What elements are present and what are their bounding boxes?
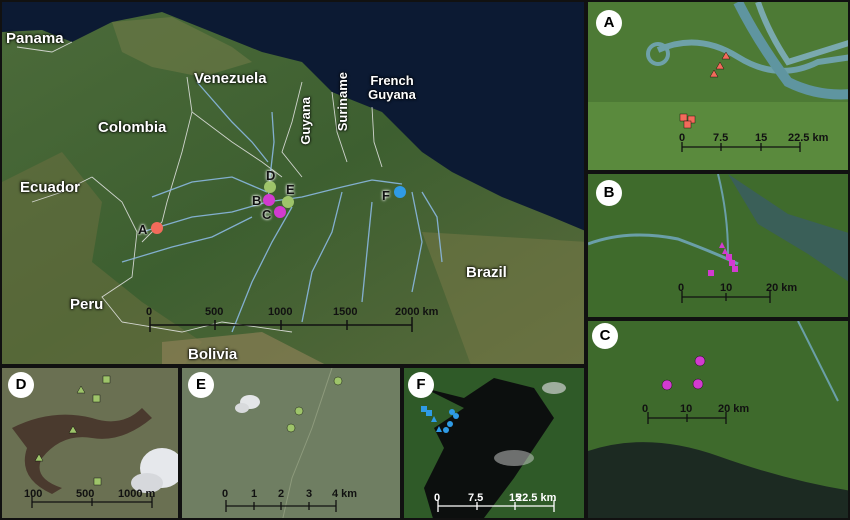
- main-scale-tick-500: 500: [205, 306, 224, 318]
- label-guyana: Guyana: [298, 97, 314, 147]
- panel-e-badge: E: [188, 372, 214, 398]
- panel-e-tick-4: 4 km: [332, 488, 358, 500]
- inset-panel-a: A 0 7.5 15 22.5 km: [586, 0, 850, 172]
- main-map-panel: Panama Venezuela Colombia Guyana Surinam…: [0, 0, 586, 366]
- panel-f-badge: F: [408, 372, 434, 398]
- label-bolivia: Bolivia: [188, 346, 238, 363]
- site-label-c: C: [262, 207, 272, 222]
- panel-f-tick-1: 7.5: [468, 492, 484, 504]
- main-scale-tick-2000: 2000 km: [395, 306, 439, 318]
- panel-a-tick-2: 15: [755, 132, 768, 144]
- panel-a-tick-0: 0: [679, 132, 686, 144]
- site-a-marker: [151, 222, 163, 234]
- panel-c-tick-1: 10: [680, 403, 693, 415]
- panel-e-tick-2: 2: [278, 488, 285, 500]
- panel-d-tick-2: 1000 m: [118, 488, 156, 500]
- inset-panel-c: C 0 10 20 km: [586, 319, 850, 520]
- panel-c-tick-2: 20 km: [718, 403, 750, 415]
- label-peru: Peru: [70, 296, 104, 313]
- site-e-marker: [282, 196, 294, 208]
- panel-b-tick-0: 0: [678, 282, 685, 294]
- label-ecuador: Ecuador: [20, 179, 81, 196]
- panel-a-tick-1: 7.5: [713, 132, 729, 144]
- label-panama: Panama: [6, 30, 64, 47]
- panel-d-badge: D: [8, 372, 34, 398]
- panel-f-tick-0: 0: [434, 492, 441, 504]
- panel-b-tick-1: 10: [720, 282, 733, 294]
- panel-c-tick-0: 0: [642, 403, 649, 415]
- site-label-d: D: [266, 168, 276, 183]
- label-guyana-text: Guyana: [298, 97, 313, 145]
- label-brazil: Brazil: [466, 264, 507, 281]
- panel-d-tick-1: 500: [76, 488, 95, 500]
- label-suriname-text: Suriname: [335, 72, 350, 132]
- label-suriname: Suriname: [335, 72, 350, 134]
- panel-e-imagery: [182, 368, 400, 518]
- site-f-marker: [394, 186, 406, 198]
- panel-e-tick-1: 1: [251, 488, 258, 500]
- main-scale-tick-1500: 1500: [333, 306, 358, 318]
- site-label-f: F: [382, 188, 390, 203]
- panel-a-tick-3: 22.5 km: [788, 132, 829, 144]
- main-scale-tick-0: 0: [146, 306, 153, 318]
- site-label-a: A: [138, 222, 148, 237]
- site-c-marker: [274, 206, 286, 218]
- label-colombia: Colombia: [98, 119, 167, 136]
- panel-d-tick-0: 100: [24, 488, 43, 500]
- inset-panel-d: D 100 500 1000 m: [0, 366, 180, 520]
- label-french-guyana: French Guyana: [365, 74, 419, 102]
- main-scale-tick-1000: 1000: [268, 306, 293, 318]
- label-french-guyana-text: French Guyana: [368, 73, 416, 102]
- panel-b-tick-2: 20 km: [766, 282, 798, 294]
- panel-a-badge: A: [596, 10, 622, 36]
- site-label-e: E: [286, 182, 295, 197]
- panel-b-badge: B: [596, 180, 622, 206]
- panel-c-imagery: [588, 321, 848, 518]
- inset-panel-b: B 0 10 20 km: [586, 172, 850, 319]
- label-venezuela: Venezuela: [194, 70, 267, 87]
- panel-c-badge: C: [592, 323, 618, 349]
- panel-b-imagery: [588, 174, 848, 317]
- site-b-marker: [263, 194, 275, 206]
- panel-a-imagery: [588, 2, 848, 170]
- inset-panel-e: E 0 1 2 3 4 km: [180, 366, 402, 520]
- site-label-b: B: [252, 193, 262, 208]
- panel-f-tick-3: 22.5 km: [516, 492, 557, 504]
- panel-e-tick-0: 0: [222, 488, 229, 500]
- inset-panel-f: F 0 7.5 15 22.5 km: [402, 366, 586, 520]
- panel-e-tick-3: 3: [306, 488, 313, 500]
